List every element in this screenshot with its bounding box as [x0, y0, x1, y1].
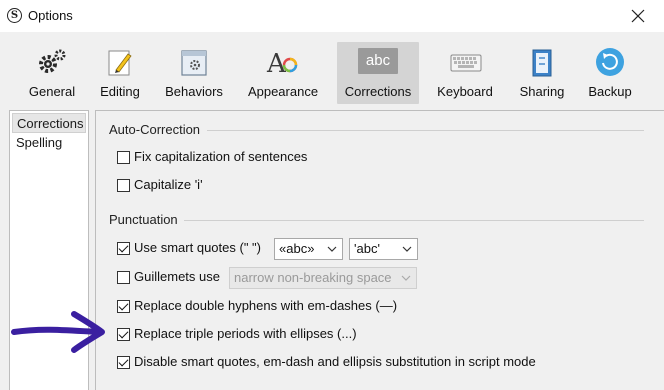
checkbox[interactable]: [117, 328, 130, 341]
gears-icon: [39, 49, 66, 73]
annotation-arrow-icon: [11, 311, 105, 353]
tab-label: Backup: [588, 84, 632, 99]
tab-label: Behaviors: [165, 84, 223, 99]
pencil-note-icon: [108, 50, 132, 76]
tab-label: General: [28, 84, 76, 99]
keyboard-icon: [450, 54, 482, 72]
checkbox[interactable]: [117, 179, 130, 192]
checkbox-label: Guillemets use: [134, 269, 220, 284]
close-icon: [631, 9, 645, 23]
checkbox[interactable]: [117, 356, 130, 369]
select-value: narrow non-breaking space: [234, 270, 392, 285]
tab-corrections[interactable]: abc Corrections: [337, 42, 419, 104]
options-toolbar: General Editing Behaviors A Appearance a…: [0, 32, 664, 104]
window-gear-icon: [181, 50, 207, 76]
select-value: 'abc': [354, 241, 380, 256]
tab-editing[interactable]: Editing: [94, 42, 146, 104]
tab-label: Keyboard: [437, 84, 493, 99]
tab-label: Corrections: [344, 84, 412, 99]
double-quote-style-select[interactable]: «abc»: [274, 238, 343, 260]
chevron-down-icon: [401, 275, 411, 281]
tab-behaviors[interactable]: Behaviors: [160, 42, 228, 104]
sidebar-item-corrections[interactable]: Corrections: [12, 113, 86, 133]
checkbox[interactable]: [117, 271, 130, 284]
checkbox[interactable]: [117, 242, 130, 255]
close-button[interactable]: [626, 4, 650, 28]
sidebar-item-spelling[interactable]: Spelling: [12, 133, 62, 153]
title-bar: S Options: [0, 0, 664, 32]
section-divider: [184, 220, 644, 221]
section-header-auto-correction: Auto-Correction: [109, 122, 201, 137]
checkbox-label: Fix capitalization of sentences: [134, 149, 308, 164]
backup-sync-icon: [596, 48, 624, 76]
chevron-down-icon: [402, 246, 412, 252]
section-header-punctuation: Punctuation: [109, 212, 178, 227]
abc-icon: abc: [358, 48, 398, 74]
tab-label: Editing: [100, 84, 140, 99]
window-title: Options: [28, 8, 73, 23]
guillemets-spacing-select[interactable]: narrow non-breaking space: [229, 267, 417, 289]
checkbox-label: Disable smart quotes, em-dash and ellips…: [134, 354, 536, 369]
tab-label: Appearance: [247, 84, 319, 99]
tab-keyboard[interactable]: Keyboard: [432, 42, 498, 104]
checkbox[interactable]: [117, 300, 130, 313]
checkbox[interactable]: [117, 151, 130, 164]
select-value: «abc»: [279, 241, 315, 256]
tab-sharing[interactable]: Sharing: [514, 42, 570, 104]
section-divider: [207, 130, 644, 131]
checkbox-label: Replace double hyphens with em-dashes (—…: [134, 298, 398, 313]
app-icon: S: [7, 8, 22, 23]
checkbox-label: Capitalize 'i': [134, 177, 203, 192]
sharing-book-icon: [532, 49, 552, 77]
tab-appearance[interactable]: A Appearance: [243, 42, 323, 104]
tab-backup[interactable]: Backup: [584, 42, 636, 104]
tab-label: Sharing: [519, 84, 565, 99]
single-quote-style-select[interactable]: 'abc': [349, 238, 418, 260]
checkbox-label: Use smart quotes (" "): [134, 240, 261, 255]
chevron-down-icon: [327, 246, 337, 252]
font-color-icon: A: [266, 49, 298, 78]
tab-general[interactable]: General: [22, 42, 82, 104]
checkbox-label: Replace triple periods with ellipses (..…: [134, 326, 357, 341]
